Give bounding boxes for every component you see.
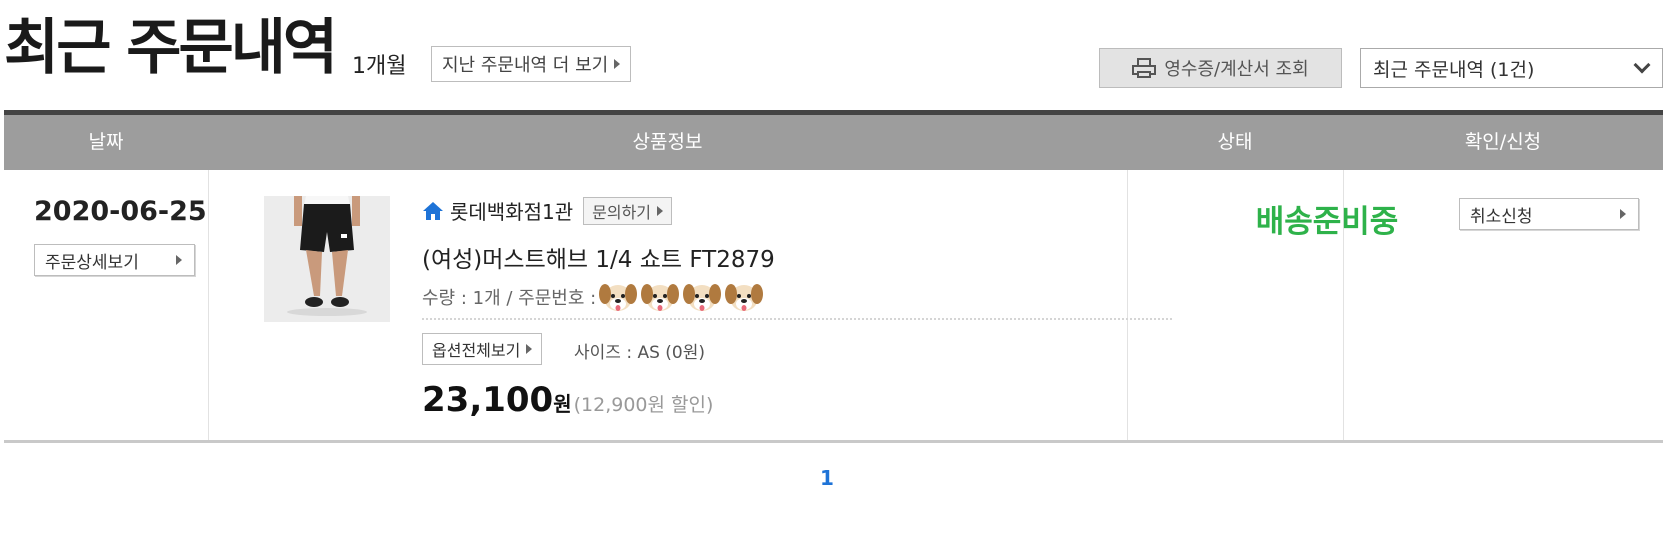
dog-emoji-icon (641, 284, 680, 311)
page-title: 최근 주문내역 (4, 13, 338, 83)
period-label: 1개월 (352, 54, 407, 79)
table-bottom-border (4, 440, 1663, 443)
more-orders-button[interactable]: 지난 주문내역 더 보기 (431, 46, 632, 82)
option-size-text: 사이즈 : AS (0원) (574, 343, 705, 363)
receipt-lookup-label: 영수증/계산서 조회 (1164, 59, 1309, 80)
table-header: 날짜 상품정보 상태 확인/신청 (4, 115, 1663, 170)
cancel-request-label: 취소신청 (1470, 206, 1533, 227)
printer-icon (1132, 58, 1157, 78)
home-icon (423, 201, 443, 220)
dog-emoji-icon (599, 284, 638, 311)
inquiry-label: 문의하기 (592, 202, 652, 222)
store-line: 롯데백화점1관 문의하기 (422, 196, 673, 225)
quantity-order-number: 수량 : 1개 / 주문번호 : (422, 280, 764, 314)
column-header-product: 상품정보 (632, 131, 703, 153)
pagination-page-1[interactable]: 1 (820, 466, 834, 490)
price-amount: 23,100 (422, 380, 554, 420)
order-status: 배송준비중 (1255, 204, 1399, 240)
order-date: 2020-06-25 (34, 196, 207, 227)
order-filter-value: 최근 주문내역 (1건) (1373, 58, 1535, 81)
view-all-options-button[interactable]: 옵션전체보기 (422, 333, 543, 365)
view-all-options-label: 옵션전체보기 (432, 341, 521, 360)
column-header-action: 확인/신청 (1464, 131, 1542, 153)
order-detail-button[interactable]: 주문상세보기 (34, 244, 195, 276)
order-filter-select[interactable]: 최근 주문내역 (1건) (1360, 48, 1663, 88)
chevron-down-icon (1633, 56, 1651, 74)
triangle-right-icon (176, 255, 182, 265)
more-orders-label: 지난 주문내역 더 보기 (442, 55, 609, 76)
column-divider (208, 170, 209, 440)
dog-emoji-icon (683, 284, 722, 311)
receipt-lookup-button[interactable]: 영수증/계산서 조회 (1099, 48, 1342, 88)
triangle-right-icon (1620, 209, 1626, 219)
cancel-request-button[interactable]: 취소신청 (1459, 198, 1639, 230)
quantity-text: 수량 : 1개 / 주문번호 : (422, 288, 597, 309)
triangle-right-icon (526, 344, 533, 354)
dotted-divider (422, 318, 1172, 320)
column-header-date: 날짜 (88, 131, 124, 153)
inquiry-button[interactable]: 문의하기 (583, 196, 673, 225)
column-divider (1127, 170, 1128, 440)
order-detail-label: 주문상세보기 (45, 252, 139, 273)
store-name[interactable]: 롯데백화점1관 (450, 196, 573, 225)
dog-emoji-icon (725, 284, 764, 311)
triangle-right-icon (657, 205, 664, 216)
product-name[interactable]: (여성)머스트해브 1/4 쇼트 FT2879 (422, 240, 775, 274)
discount-text: (12,900원 할인) (573, 394, 714, 416)
price-unit: 원 (553, 392, 572, 416)
product-thumbnail[interactable] (264, 196, 390, 322)
column-header-status: 상태 (1217, 131, 1253, 153)
triangle-right-icon (614, 59, 621, 69)
price-line: 23,100 원 (12,900원 할인) (422, 380, 713, 420)
